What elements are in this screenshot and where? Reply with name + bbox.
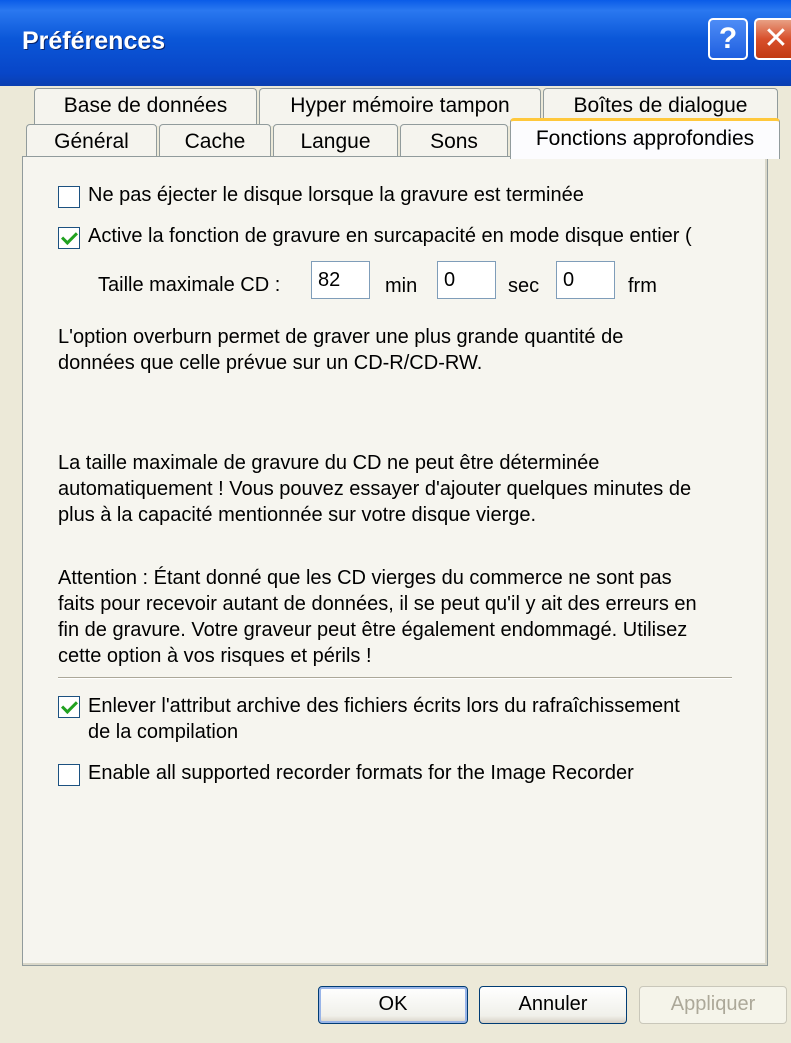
overburn-checkbox[interactable] [58,227,80,249]
separator [58,677,732,679]
ok-button[interactable]: OK [318,986,468,1024]
overburn-label: Active la fonction de gravure en surcapa… [88,225,692,247]
help-button[interactable]: ? [708,18,748,60]
sec-unit-label: sec [508,275,540,297]
close-button[interactable]: ✕ [754,18,791,60]
tab-cache[interactable]: Cache [159,124,271,160]
warning-text: Attention : Étant donné que les CD vierg… [58,567,697,667]
archive-attr-label: Enlever l'attribut archive des fichiers … [88,695,680,743]
tab-general[interactable]: Général [26,124,157,160]
window-title: Préférences [22,27,166,55]
overburn-description: L'option overburn permet de graver une p… [58,326,624,374]
tab-langue[interactable]: Langue [273,124,398,160]
frm-unit-label: frm [628,275,657,297]
image-recorder-label: Enable all supported recorder formats fo… [88,762,634,784]
tab-fonctions-approfondies[interactable]: Fonctions approfondies [510,118,780,159]
tab-hyper-memoire-tampon[interactable]: Hyper mémoire tampon [259,88,541,126]
cd-size-frm-input[interactable] [556,261,615,299]
archive-attr-checkbox[interactable] [58,696,80,718]
tab-sons[interactable]: Sons [400,124,508,160]
cancel-button[interactable]: Annuler [479,986,627,1024]
title-bar: Préférences ? ✕ [0,0,791,86]
cd-size-sec-input[interactable] [437,261,496,299]
no-eject-checkbox[interactable] [58,186,80,208]
tab-base-de-donnees[interactable]: Base de données [34,88,257,126]
max-size-description: La taille maximale de gravure du CD ne p… [58,452,692,526]
min-unit-label: min [385,275,418,297]
apply-button[interactable]: Appliquer [639,986,787,1024]
cd-size-min-input[interactable] [311,261,370,299]
no-eject-label: Ne pas éjecter le disque lorsque la grav… [88,184,584,206]
image-recorder-checkbox[interactable] [58,764,80,786]
cd-size-label: Taille maximale CD : [98,274,281,296]
